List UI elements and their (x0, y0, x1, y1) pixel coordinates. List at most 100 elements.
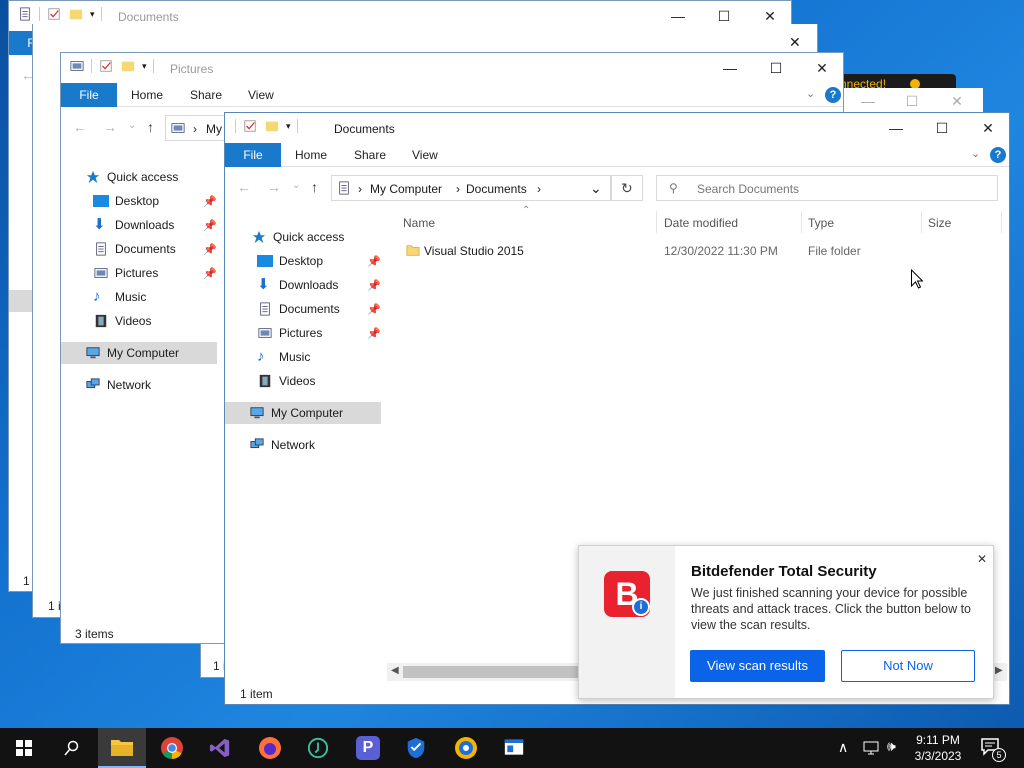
taskbar-brave[interactable] (442, 728, 490, 768)
maximize-button[interactable]: ☐ (919, 113, 965, 143)
close-button[interactable]: ✕ (937, 88, 977, 114)
breadcrumb-item[interactable]: My Computer (370, 182, 442, 196)
close-button[interactable]: ✕ (799, 53, 843, 83)
nav-item-network[interactable]: Network (225, 434, 381, 456)
new-folder-icon[interactable] (264, 119, 280, 133)
column-separator[interactable] (656, 211, 657, 233)
nav-item-videos[interactable]: Videos (225, 370, 381, 392)
nav-item-documents[interactable]: Documents (225, 298, 381, 320)
table-row[interactable]: Visual Studio 2015 12/30/2022 11:30 PM F… (401, 240, 1001, 262)
tab-file[interactable]: File (61, 83, 117, 107)
maximize-button[interactable]: ☐ (892, 88, 932, 114)
taskbar-app[interactable] (294, 728, 342, 768)
address-dropdown-icon[interactable]: ⌄ (590, 180, 602, 197)
taskbar-visual-studio[interactable] (196, 728, 244, 768)
taskbar-pcloud[interactable]: P (344, 728, 392, 768)
taskbar-file-explorer[interactable] (98, 728, 146, 768)
breadcrumb-item[interactable]: My (206, 122, 222, 136)
tab-home[interactable]: Home (131, 83, 163, 107)
nav-item-desktop[interactable]: Desktop (61, 190, 217, 212)
show-hidden-icons-icon[interactable]: ∧ (838, 739, 848, 756)
nav-item-desktop[interactable]: Desktop (225, 250, 381, 272)
not-now-button[interactable]: Not Now (841, 650, 975, 682)
taskbar-window-app[interactable] (490, 728, 538, 768)
address-bar[interactable]: › My (165, 115, 225, 141)
pin-icon[interactable]: 📌 (367, 279, 381, 292)
column-header-name[interactable]: Name (403, 216, 435, 230)
column-header-date[interactable]: Date modified (664, 216, 738, 230)
up-arrow-icon[interactable]: ↑ (147, 119, 154, 135)
forward-arrow-icon[interactable]: → (103, 119, 117, 135)
help-icon[interactable]: ? (990, 147, 1006, 163)
recent-dropdown-icon[interactable]: ⌄ (128, 120, 136, 131)
forward-arrow-icon[interactable]: → (267, 179, 281, 195)
start-button[interactable] (0, 728, 48, 768)
title-bar[interactable]: ← → ⌄ ▾ Documents — ☐ ✕ (225, 113, 1009, 143)
notification-close-icon[interactable]: ✕ (977, 552, 987, 566)
nav-item-quick-access[interactable]: Quick access (225, 226, 381, 248)
nav-item-videos[interactable]: Videos (61, 310, 217, 332)
nav-item-pictures[interactable]: Pictures (61, 262, 217, 284)
close-button[interactable]: ✕ (965, 113, 1009, 143)
nav-item-pictures[interactable]: Pictures (225, 322, 381, 344)
recent-dropdown-icon[interactable]: ⌄ (292, 180, 300, 191)
maximize-button[interactable]: ☐ (753, 53, 799, 83)
title-bar[interactable]: ▾ Pictures — ☐ ✕ (61, 53, 843, 83)
nav-item-quick-access[interactable]: Quick access (61, 166, 217, 188)
tab-file[interactable]: File (225, 143, 281, 167)
minimize-button[interactable]: — (707, 53, 753, 83)
tab-view[interactable]: View (412, 143, 438, 167)
quick-access-dropdown-icon[interactable]: ▾ (90, 9, 95, 20)
tab-share[interactable]: Share (354, 143, 386, 167)
clock[interactable]: 9:11 PM 3/3/2023 (906, 732, 970, 764)
ribbon-expand-icon[interactable]: ⌄ (806, 87, 815, 100)
nav-item-documents[interactable]: Documents (61, 238, 217, 260)
volume-icon[interactable]: 🕪 (887, 738, 896, 755)
pin-icon[interactable]: 📌 (367, 255, 381, 268)
pin-icon[interactable]: 📌 (203, 219, 217, 232)
properties-icon[interactable] (46, 7, 62, 21)
pin-icon[interactable]: 📌 (367, 327, 381, 340)
quick-access-dropdown-icon[interactable]: ▾ (142, 61, 147, 72)
up-arrow-icon[interactable]: ↑ (311, 179, 318, 195)
breadcrumb-item[interactable]: Documents (466, 182, 527, 196)
nav-item-music[interactable]: ♪ Music (225, 346, 381, 368)
view-scan-results-button[interactable]: View scan results (690, 650, 825, 682)
quick-access-dropdown-icon[interactable]: ▾ (286, 121, 291, 132)
taskbar-bitdefender[interactable] (392, 728, 440, 768)
scrollbar-thumb[interactable] (403, 666, 603, 678)
ribbon-expand-icon[interactable]: ⌄ (971, 147, 980, 160)
network-status-icon[interactable] (863, 740, 879, 756)
properties-icon[interactable] (98, 59, 114, 73)
nav-item-network[interactable]: Network (61, 374, 217, 396)
minimize-button[interactable]: — (848, 88, 888, 114)
taskbar-firefox[interactable] (246, 728, 294, 768)
column-separator[interactable] (801, 211, 802, 233)
refresh-button[interactable]: ↻ (611, 175, 643, 201)
taskbar-chrome[interactable] (148, 728, 196, 768)
new-folder-icon[interactable] (120, 59, 136, 73)
pin-icon[interactable]: 📌 (367, 303, 381, 316)
back-arrow-icon[interactable]: ← (73, 119, 87, 135)
nav-item-music[interactable]: ♪ Music (61, 286, 217, 308)
column-separator[interactable] (921, 211, 922, 233)
search-input[interactable]: ⚲ Search Documents (656, 175, 998, 201)
properties-icon[interactable] (242, 119, 258, 133)
new-folder-icon[interactable] (68, 7, 84, 21)
minimize-button[interactable]: — (873, 113, 919, 143)
column-header-type[interactable]: Type (808, 216, 834, 230)
scroll-left-icon[interactable]: ◀ (391, 665, 399, 676)
column-separator[interactable] (1001, 211, 1002, 233)
window-close-partial-icon[interactable]: ✕ (789, 34, 801, 51)
address-bar[interactable]: › My Computer › Documents › ⌄ (331, 175, 611, 201)
back-arrow-icon[interactable]: ← (237, 179, 251, 195)
pin-icon[interactable]: 📌 (203, 267, 217, 280)
nav-item-downloads[interactable]: ⬇ Downloads (61, 214, 217, 236)
scroll-right-icon[interactable]: ▶ (995, 665, 1003, 676)
pin-icon[interactable]: 📌 (203, 195, 217, 208)
nav-item-my-computer[interactable]: My Computer (61, 342, 217, 364)
tab-view[interactable]: View (248, 83, 274, 107)
action-center-button[interactable]: 5 (980, 736, 1006, 762)
pin-icon[interactable]: 📌 (203, 243, 217, 256)
nav-item-my-computer[interactable]: My Computer (225, 402, 381, 424)
